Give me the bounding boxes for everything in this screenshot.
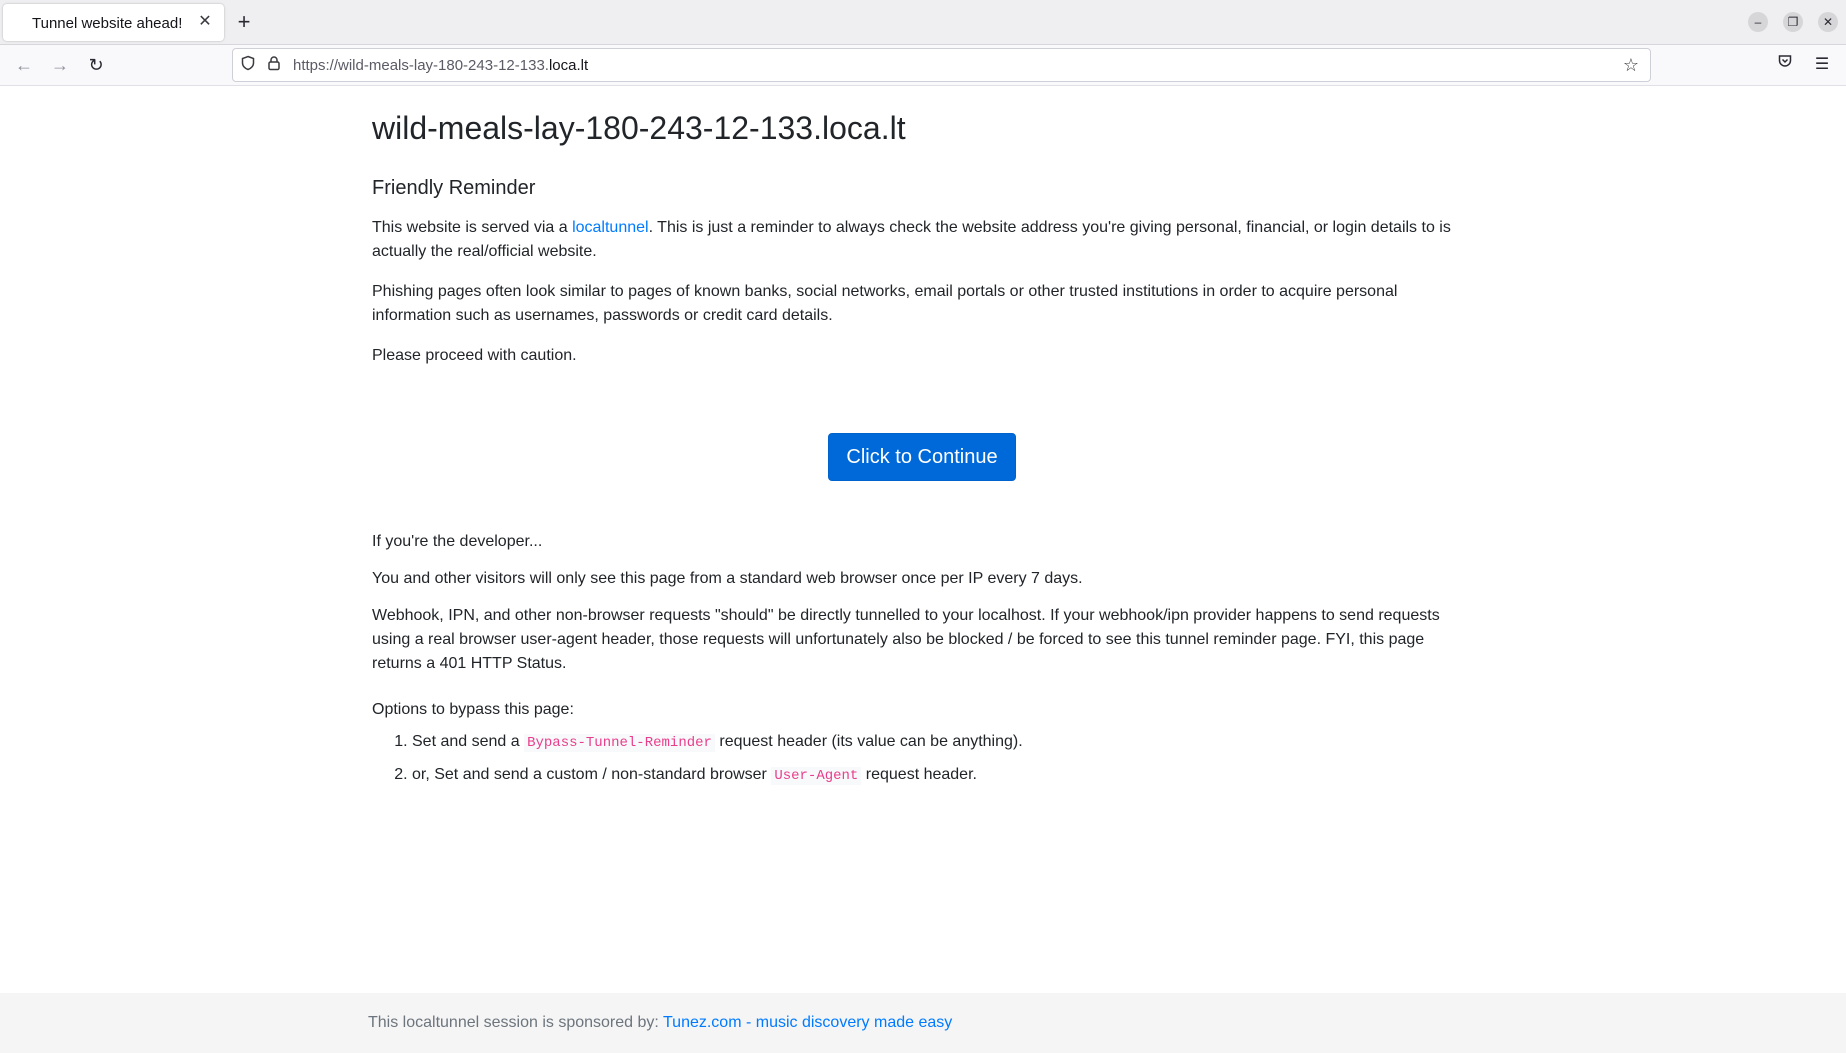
back-icon[interactable]: ← [12,53,36,77]
tab-title: Tunnel website ahead! [32,15,183,32]
bypass-options-heading: Options to bypass this page: [372,701,574,719]
continue-button[interactable]: Click to Continue [828,433,1016,482]
user-agent-code: User-Agent [771,767,862,786]
option-2-before: or, Set and send a custom / non-standard… [412,766,772,784]
phishing-paragraph: Phishing pages often look similar to pag… [372,283,1398,325]
restore-icon[interactable]: ❐ [1783,12,1803,32]
nav-toolbar: ← → ↻ https://wild-meals-lay-180-243-12-… [0,45,1846,86]
option-2-after: request header. [861,766,977,784]
url-host: loca.lt [548,57,589,74]
developer-paragraph-2: Webhook, IPN, and other non-browser requ… [372,607,1440,673]
new-tab-icon[interactable]: + [233,9,255,35]
tab-bar: Tunnel website ahead! ✕ + – ❐ ✕ [0,0,1846,45]
page-content: wild-meals-lay-180-243-12-133.loca.lt Fr… [372,85,1472,796]
sponsor-footer: This localtunnel session is sponsored by… [0,993,1846,1053]
sponsor-link[interactable]: Tunez.com - music discovery made easy [663,1014,952,1031]
option-1-after: request header (its value can be anythin… [714,733,1023,751]
close-tab-icon[interactable]: ✕ [195,12,215,32]
bypass-header-code: Bypass-Tunnel-Reminder [524,734,715,753]
close-window-icon[interactable]: ✕ [1818,12,1838,32]
site-heading: wild-meals-lay-180-243-12-133.loca.lt [372,110,906,146]
reload-icon[interactable]: ↻ [84,53,108,77]
list-item: Set and send a Bypass-Tunnel-Reminder re… [412,730,1472,755]
option-1-before: Set and send a [412,733,525,751]
developer-paragraph-1: You and other visitors will only see thi… [372,570,1083,588]
reminder-heading: Friendly Reminder [372,177,536,200]
pocket-icon[interactable] [1773,53,1797,77]
list-item: or, Set and send a custom / non-standard… [412,763,1472,788]
url-text[interactable]: https://wild-meals-lay-180-243-12-133.lo… [293,57,588,74]
forward-icon[interactable]: → [48,53,72,77]
localtunnel-link[interactable]: localtunnel [572,219,649,236]
url-bar[interactable]: https://wild-meals-lay-180-243-12-133.lo… [232,48,1651,82]
bookmark-star-icon[interactable]: ☆ [1620,54,1642,76]
footer-text: This localtunnel session is sponsored by… [368,1014,952,1032]
shield-icon[interactable] [238,55,258,75]
lock-icon[interactable] [264,55,284,75]
browser-tab[interactable]: Tunnel website ahead! ✕ [3,4,224,41]
continue-button-wrap: Click to Continue [372,433,1472,482]
url-prefix: https://wild-meals-lay-180-243-12-133. [293,57,549,74]
minimize-icon[interactable]: – [1748,12,1768,32]
developer-heading: If you're the developer... [372,533,543,551]
caution-paragraph: Please proceed with caution. [372,347,577,365]
intro-text-before: This website is served via a [372,219,573,237]
bypass-options-list: Set and send a Bypass-Tunnel-Reminder re… [372,730,1472,788]
footer-label: This localtunnel session is sponsored by… [368,1014,663,1031]
intro-paragraph: This website is served via a localtunnel… [372,216,1472,264]
menu-icon[interactable]: ☰ [1810,53,1834,77]
